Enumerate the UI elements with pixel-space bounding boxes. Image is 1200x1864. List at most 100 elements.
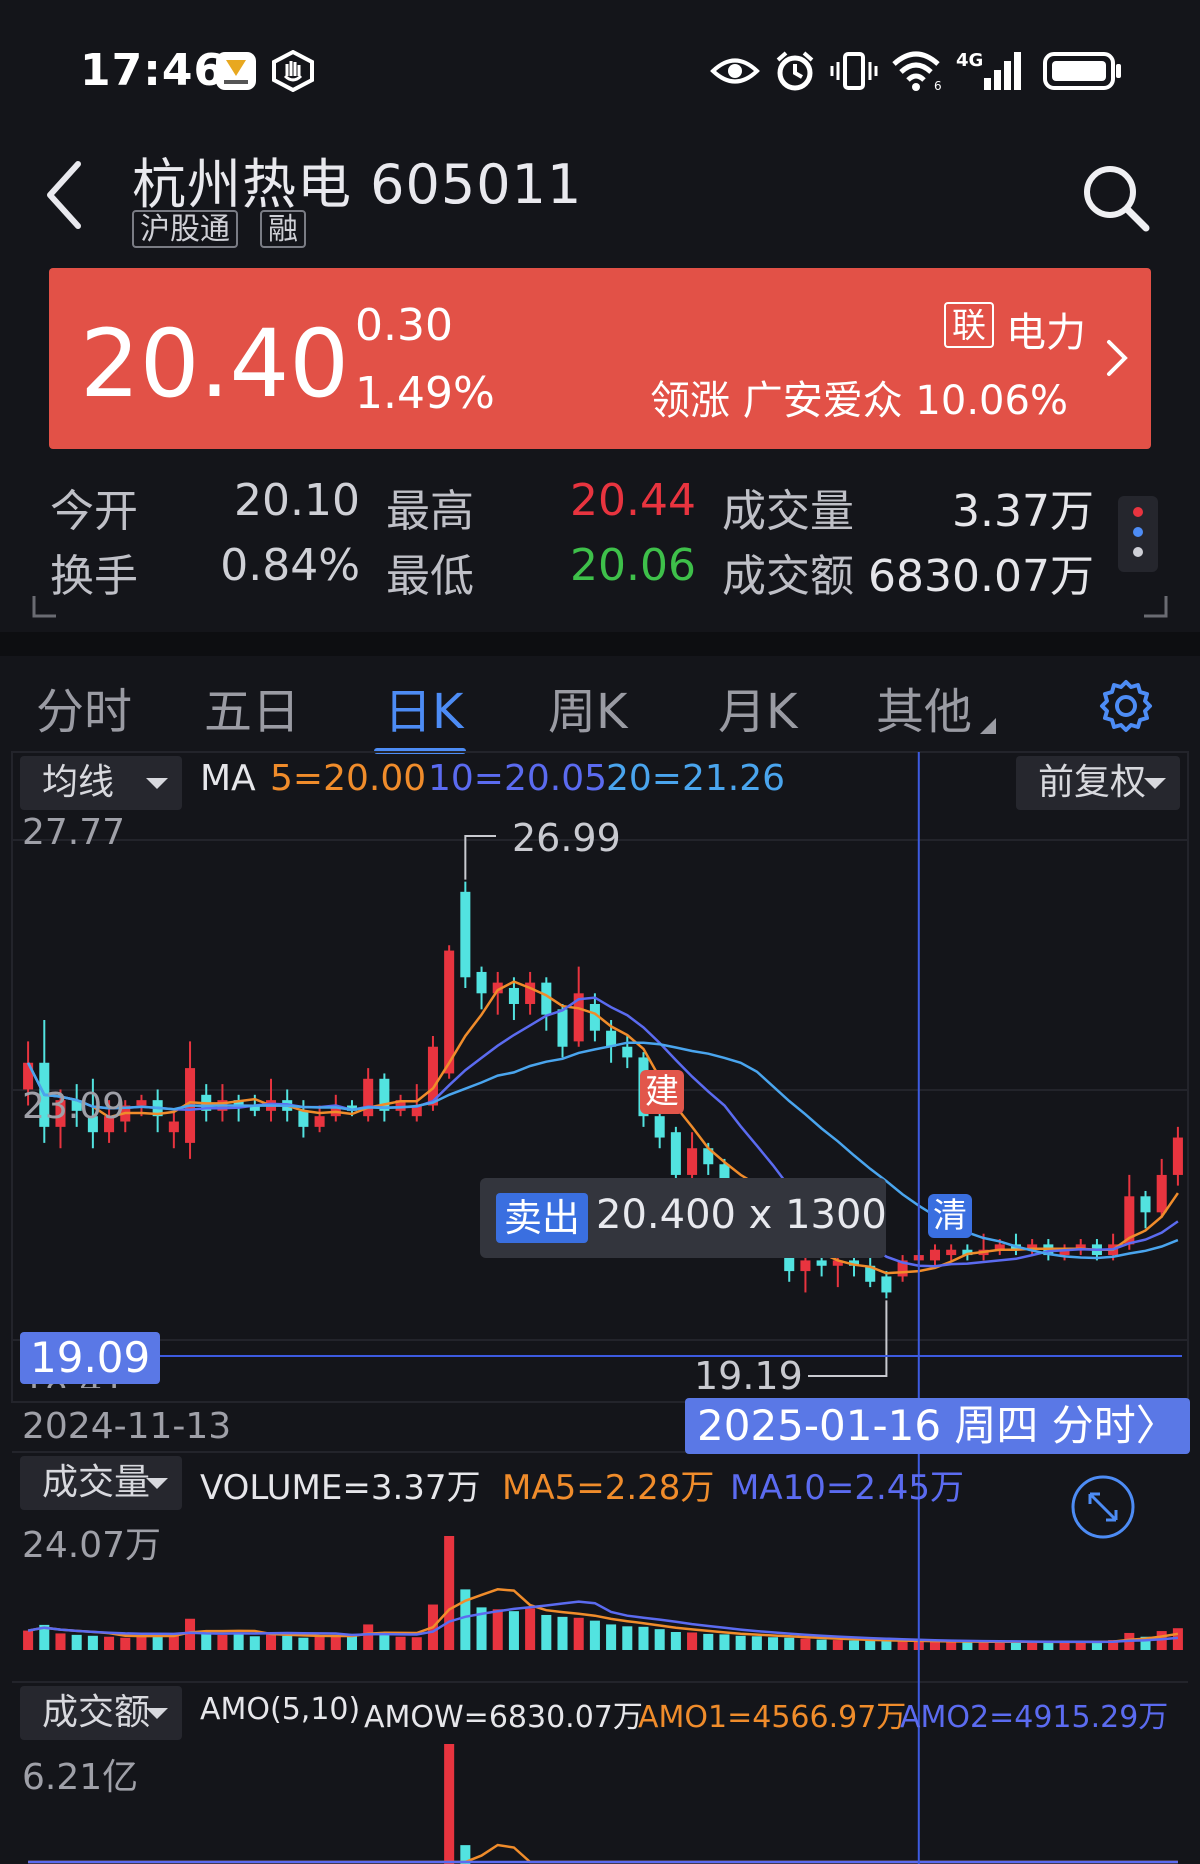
expand-icon[interactable] [1070,1474,1136,1540]
chevron-down-icon [146,778,168,789]
trade-detail: 20.400 x 1300 [596,1192,887,1238]
chevron-down-icon [146,1478,168,1489]
volume-bar [816,1639,827,1650]
candle-body [476,971,487,994]
volume-bar [282,1635,293,1650]
ma20-value: 20=21.26 [606,758,786,799]
volume-bar [670,1632,681,1650]
amount-ma-lines [28,1843,1178,1864]
amount-indicator-select[interactable]: 成交额 [20,1686,182,1740]
volume-bar [978,1641,989,1650]
candle-body [946,1249,957,1256]
chevron-down-icon [1144,778,1166,789]
candle-body [687,1148,698,1175]
volume-bar [249,1636,260,1650]
volume-bar [768,1637,779,1650]
volume-bar [751,1636,762,1650]
indicator-select-label: 均线 [42,762,115,803]
volume-ma-lines [27,1588,1179,1644]
candle-body [460,891,471,978]
candle-body [168,1121,179,1133]
max-leader-line [464,835,496,880]
indicator-select[interactable]: 均线 [20,756,182,810]
volume-bar [589,1620,600,1650]
volume-indicator-select[interactable]: 成交量 [20,1456,182,1510]
volume-bar [330,1636,341,1650]
cursor-price-marker: 19.09 [20,1332,161,1384]
clear-signal-marker[interactable]: 清 [928,1194,972,1238]
volume-bar [508,1611,519,1650]
volume-bar [703,1633,714,1650]
volume-bar [492,1609,503,1650]
candle-body [314,1116,325,1127]
candle-body [670,1132,681,1175]
volume-bar [168,1635,179,1650]
candle-body [557,1009,568,1047]
candle-body [298,1110,309,1127]
volume-bar [800,1638,811,1650]
candle-body [800,1260,811,1272]
volume-bar [573,1617,584,1650]
candle-body [136,1100,147,1106]
volume-bar [120,1637,131,1650]
amount-y-top: 6.21亿 [22,1757,139,1798]
volume-select-label: 成交量 [42,1462,151,1503]
volume-bar [104,1636,115,1650]
chevron-down-icon [146,1708,168,1719]
candle-body [1172,1137,1183,1175]
volume-bar [1091,1641,1102,1650]
volume-bar [929,1641,941,1650]
candle-body [508,987,519,1004]
volume-bar [1059,1641,1070,1650]
volume-bar [946,1641,957,1650]
candle-body [1156,1174,1167,1213]
candle-body [816,1260,827,1266]
max-price-label: 26.99 [512,816,621,860]
volume-bar [606,1624,617,1650]
volume-bar [411,1637,422,1650]
volume-bar [298,1637,309,1650]
volume-bar [379,1632,390,1650]
ma-prefix: MA [200,758,256,799]
y-axis-top: 27.77 [22,812,126,853]
volume-bar [1043,1642,1054,1650]
volume-bar [265,1633,277,1650]
volume-bar [881,1641,892,1650]
volume-bar [314,1635,325,1650]
volume-ma10-line [27,1600,1178,1644]
volume-bar [848,1640,860,1650]
volume-bar [71,1634,82,1650]
candle-body [654,1116,665,1138]
y-axis-mid: 23.09 [22,1086,126,1127]
candle-body [363,1078,374,1117]
volume-bar [557,1616,568,1650]
volume-bar [525,1608,536,1650]
min-price-label: 19.19 [694,1354,803,1398]
volume-bar [735,1635,746,1650]
volume-value-label: VOLUME=3.37万 [200,1468,481,1508]
amount-bars [444,1744,471,1864]
volume-bar [136,1635,147,1650]
volume-bar [55,1633,66,1650]
volume-bar [784,1637,795,1650]
buy-signal-marker[interactable]: 建 [640,1070,684,1114]
amount-amo2: AMO2=4915.29万 [900,1700,1169,1735]
volume-ma10-label: MA10=2.45万 [730,1468,965,1508]
volume-bar [832,1640,843,1650]
volume-bar [541,1614,552,1650]
amount-bar [444,1744,455,1864]
adjust-select[interactable]: 前复权 [1016,756,1180,810]
volume-bar [233,1633,244,1650]
ma10-value: 10=20.05 [428,758,608,799]
volume-bar [897,1641,908,1650]
amount-ma5-line [28,1843,1178,1864]
adjust-select-label: 前复权 [1038,762,1147,803]
cursor-date-button[interactable]: 2025-01-16 周四 分时〉 [685,1398,1190,1454]
volume-bar [23,1630,34,1650]
volume-y-top: 24.07万 [22,1525,162,1566]
volume-bar [687,1632,698,1650]
stock-chart[interactable] [0,0,1200,1864]
volume-bar [654,1629,665,1650]
amount-params: AMO(5,10) [200,1692,361,1727]
volume-bar [444,1536,455,1650]
